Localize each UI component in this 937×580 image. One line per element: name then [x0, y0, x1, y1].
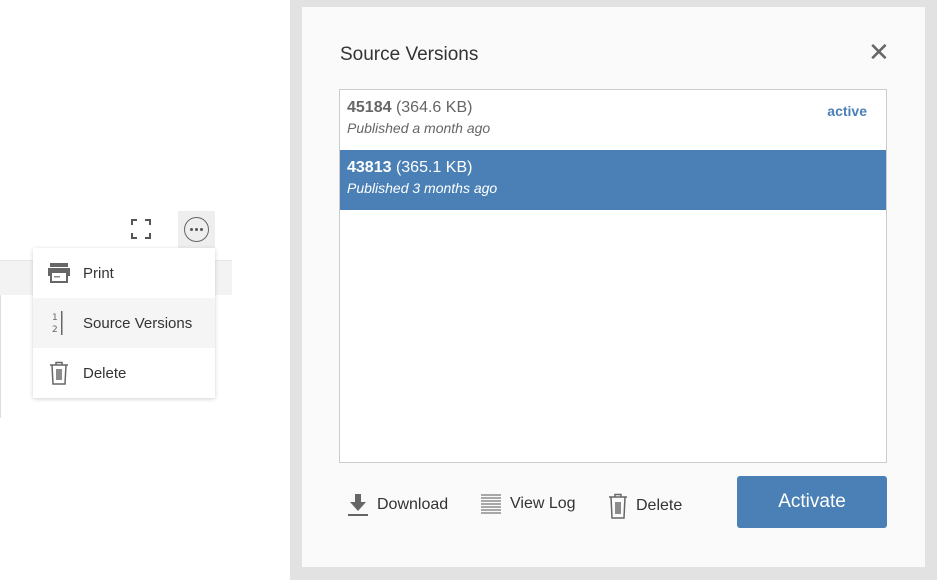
versions-list: 45184 (364.6 KB) Published a month ago a… — [339, 89, 887, 463]
version-published: Published 3 months ago — [347, 180, 498, 196]
menu-item-label: Print — [83, 264, 114, 282]
dropdown-menu: Print 1 2 Source Versions Delete — [33, 248, 215, 398]
active-badge: active — [827, 103, 867, 119]
fullscreen-icon[interactable] — [131, 219, 151, 239]
version-size: (364.6 KB) — [395, 99, 473, 116]
activate-button[interactable]: Activate — [737, 476, 887, 528]
download-button[interactable]: Download — [347, 493, 448, 517]
version-id: 45184 — [347, 99, 392, 116]
menu-item-print[interactable]: Print — [33, 248, 215, 298]
version-row[interactable]: 45184 (364.6 KB) Published a month ago a… — [340, 90, 886, 150]
version-id: 43813 — [347, 159, 392, 176]
download-label: Download — [377, 496, 449, 513]
more-options-button[interactable] — [178, 211, 215, 248]
trash-icon — [47, 360, 71, 386]
menu-item-source-versions[interactable]: 1 2 Source Versions — [33, 298, 215, 348]
version-size: (365.1 KB) — [395, 159, 473, 176]
log-icon — [481, 494, 501, 514]
view-log-label: View Log — [510, 495, 576, 512]
svg-text:1: 1 — [52, 313, 58, 323]
view-log-button[interactable]: View Log — [480, 493, 576, 515]
menu-item-delete[interactable]: Delete — [33, 348, 215, 398]
menu-item-label: Source Versions — [83, 314, 193, 332]
source-versions-dialog: Source Versions ✕ 45184 (364.6 KB) Publi… — [302, 7, 925, 567]
close-icon[interactable]: ✕ — [868, 39, 890, 65]
download-icon — [348, 494, 368, 516]
delete-button[interactable]: Delete — [608, 493, 682, 519]
menu-item-label: Delete — [83, 364, 127, 382]
printer-icon — [47, 260, 71, 286]
ellipsis-icon — [184, 217, 209, 242]
version-published: Published a month ago — [347, 120, 491, 136]
version-row-selected[interactable]: 43813 (365.1 KB) Published 3 months ago — [340, 150, 886, 210]
trash-icon — [609, 493, 627, 519]
svg-text:2: 2 — [52, 325, 58, 335]
dialog-title: Source Versions — [340, 44, 479, 65]
versions-icon: 12 — [47, 310, 71, 336]
delete-label: Delete — [636, 497, 683, 514]
